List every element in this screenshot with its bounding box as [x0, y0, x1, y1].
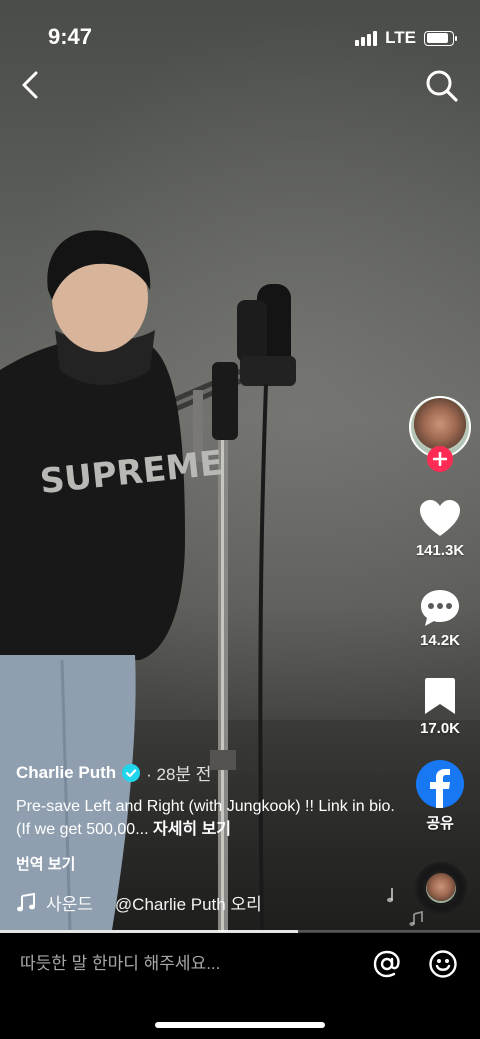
comment-count: 14.2K: [419, 632, 461, 649]
like-button[interactable]: 141.3K: [400, 498, 480, 559]
post-caption: Charlie Puth · 28분 전 Pre-save Left and R…: [16, 760, 396, 874]
comment-button[interactable]: 14.2K: [400, 588, 480, 649]
back-button[interactable]: [14, 68, 48, 102]
comment-bubble-icon: [421, 590, 459, 626]
plus-icon: [433, 452, 447, 466]
like-count: 141.3K: [415, 542, 465, 559]
comment-bar: [0, 933, 480, 995]
status-indicators: LTE: [355, 28, 457, 48]
status-bar: 9:47 LTE: [0, 0, 480, 64]
sound-link[interactable]: 사운드 @Charlie Puth 오리: [16, 890, 266, 915]
heart-icon: [420, 500, 460, 536]
chevron-left-icon: [22, 71, 38, 99]
author-name[interactable]: Charlie Puth: [16, 763, 116, 783]
follow-button[interactable]: [427, 446, 453, 472]
sound-disc-avatar: [426, 873, 456, 903]
signal-icon: [355, 30, 378, 46]
sound-disc-button[interactable]: [415, 862, 467, 914]
save-count: 17.0K: [419, 720, 461, 737]
translate-link[interactable]: 번역 보기: [16, 853, 396, 874]
post-time: · 28분 전: [146, 765, 212, 784]
emoji-button[interactable]: [428, 949, 458, 979]
bookmark-icon: [425, 678, 455, 714]
comment-input[interactable]: [20, 951, 340, 977]
search-icon: [426, 70, 458, 102]
post-description: Pre-save Left and Right (with Jungkook) …: [16, 795, 396, 841]
author-row: Charlie Puth · 28분 전: [16, 760, 396, 785]
sound-label: 사운드: [46, 895, 93, 914]
status-time: 9:47: [48, 24, 93, 49]
mention-button[interactable]: [372, 949, 402, 979]
smiley-icon: [429, 950, 457, 978]
home-indicator: [155, 1022, 325, 1028]
save-button[interactable]: 17.0K: [400, 676, 480, 737]
verified-badge-icon: [122, 763, 141, 782]
network-label: LTE: [385, 28, 416, 47]
see-more-link[interactable]: 자세히 보기: [153, 821, 231, 838]
battery-icon: [424, 30, 457, 46]
music-note-icon: [17, 892, 35, 911]
facebook-icon: [416, 760, 464, 808]
sound-author: @Charlie Puth 오리: [114, 895, 262, 914]
battery-level: [426, 33, 448, 43]
search-button[interactable]: [424, 68, 460, 104]
share-button[interactable]: 공유: [400, 760, 480, 833]
at-sign-icon: [373, 950, 400, 978]
creator-avatar-group: [409, 396, 471, 472]
share-label: 공유: [426, 815, 454, 832]
